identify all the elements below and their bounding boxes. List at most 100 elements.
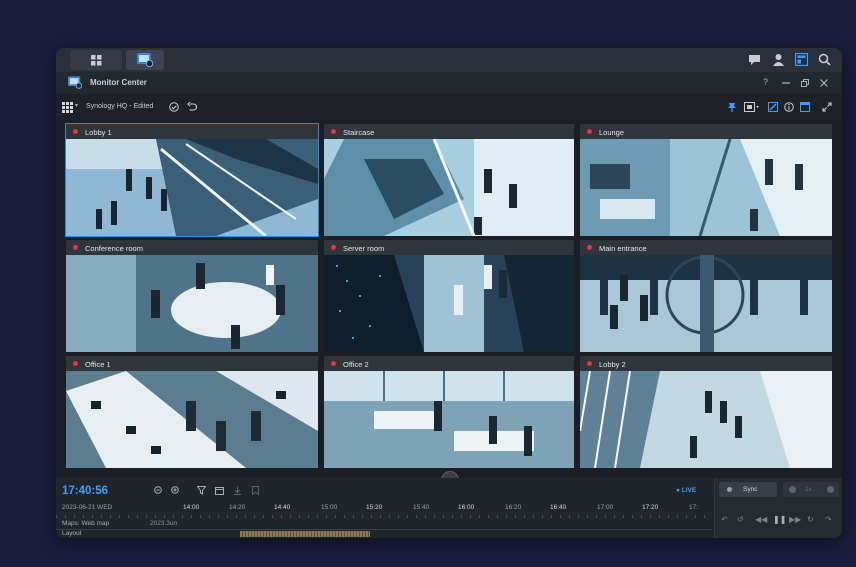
download-icon[interactable]	[233, 486, 242, 495]
app-grid-icon	[90, 54, 101, 65]
pin-icon[interactable]	[727, 102, 737, 112]
recording-indicator	[331, 129, 336, 134]
step-back-icon[interactable]: ◀◀	[755, 515, 767, 524]
layout-recording-bar[interactable]	[240, 531, 370, 537]
sync-button[interactable]: Sync	[719, 482, 777, 497]
camera-name: Lobby 2	[599, 360, 626, 369]
camera-feed-image	[66, 371, 318, 468]
camera-feed-image	[324, 139, 574, 236]
camera-name: Server room	[343, 244, 385, 253]
camera-tile-server-room[interactable]: Server room	[324, 240, 574, 352]
taskbar	[56, 48, 842, 72]
recording-indicator	[331, 245, 336, 250]
camera-tile-lobby-1[interactable]: Lobby 1	[65, 123, 319, 237]
recording-indicator	[587, 129, 592, 134]
fast-forward-icon[interactable]: ↷	[825, 515, 832, 524]
playback-controls: Sync 1x ↶ ↺ ◀◀ ❚❚ ▶▶ ↻ ↷	[714, 478, 842, 538]
widgets-icon[interactable]	[795, 53, 808, 66]
camera-tile-conference-room[interactable]: Conference room	[66, 240, 318, 352]
window-mode-icon[interactable]	[800, 102, 810, 112]
undo-icon[interactable]	[187, 102, 197, 112]
step-forward-icon[interactable]: ▶▶	[789, 515, 801, 524]
zoom-out-icon[interactable]	[154, 486, 163, 495]
speed-label: 1x	[805, 486, 812, 493]
current-date: 2023-06-21 WED	[62, 504, 113, 511]
skip-forward-10-icon[interactable]: ↻	[807, 515, 814, 524]
monitor-center-app-icon	[68, 76, 82, 89]
recording-indicator	[73, 245, 78, 250]
layout-name[interactable]: Synology HQ - Edited	[86, 103, 153, 110]
layout-toolbar: ▾ Synology HQ - Edited	[56, 94, 842, 120]
camera-header: Server room	[324, 240, 574, 255]
recording-indicator	[587, 361, 592, 366]
camera-header: Main entrance	[580, 240, 832, 255]
camera-tile-lounge[interactable]: Lounge	[580, 124, 832, 236]
skip-back-10-icon[interactable]: ↺	[737, 515, 744, 524]
camera-tile-lobby-2[interactable]: Lobby 2	[580, 356, 832, 468]
edit-layout-icon[interactable]	[768, 102, 778, 112]
camera-tile-office-2[interactable]: Office 2	[324, 356, 574, 468]
camera-tile-office-1[interactable]: Office 1	[66, 356, 318, 468]
track-note-maps: 2023.3un	[150, 520, 178, 527]
monitor-center-taskbar-button[interactable]	[126, 50, 164, 70]
pause-icon[interactable]: ❚❚	[773, 515, 786, 524]
main-menu-button[interactable]	[70, 50, 122, 70]
recording-indicator	[331, 361, 336, 366]
camera-name: Lounge	[599, 128, 625, 137]
bookmark-icon[interactable]	[251, 486, 260, 495]
camera-header: Lobby 1	[66, 124, 318, 139]
camera-name: Staircase	[343, 128, 375, 137]
timeline-tick: 15:00	[321, 504, 338, 511]
timeline-tick: 15:40	[413, 504, 430, 511]
layout-grid-icon[interactable]	[62, 102, 73, 113]
camera-feed-image	[580, 139, 832, 236]
save-check-icon[interactable]	[169, 102, 179, 112]
timeline-tick: 14:00	[183, 504, 200, 511]
track-label-maps: Maps: Web map	[62, 520, 110, 527]
fullscreen-icon[interactable]	[822, 102, 832, 112]
info-icon[interactable]	[784, 102, 794, 112]
camera-header: Conference room	[66, 240, 318, 255]
camera-header: Office 2	[324, 356, 574, 371]
speed-control[interactable]: 1x	[783, 482, 839, 497]
monitor-center-icon	[137, 53, 153, 67]
speed-down-icon	[789, 486, 796, 493]
sync-label: Sync	[743, 486, 758, 493]
camera-feed-image	[324, 371, 574, 468]
recording-indicator	[73, 129, 78, 134]
camera-grid: Lobby 1 Staircase Lounge Conference room…	[65, 123, 834, 468]
camera-name: Conference room	[85, 244, 143, 253]
help-icon[interactable]: ?	[763, 77, 768, 87]
camera-header: Staircase	[324, 124, 574, 139]
close-icon[interactable]	[820, 79, 828, 87]
timeline-tick: 17:20	[642, 504, 659, 511]
recording-indicator	[73, 361, 78, 366]
live-indicator[interactable]: ● LIVE	[676, 487, 696, 494]
chevron-down-icon[interactable]: ▾	[75, 102, 78, 109]
minimize-icon[interactable]	[782, 79, 790, 87]
monitor-center-window: Monitor Center ? ▾ Synology HQ - Edited	[56, 48, 842, 538]
zoom-in-icon[interactable]	[171, 486, 180, 495]
camera-header: Office 1	[66, 356, 318, 371]
calendar-icon[interactable]	[215, 486, 224, 495]
timeline-tick: 14:40	[274, 504, 291, 511]
filter-icon[interactable]	[197, 486, 206, 495]
camera-header: Lobby 2	[580, 356, 832, 371]
timeline-tick: 16:00	[458, 504, 475, 511]
track-divider	[56, 529, 712, 530]
camera-feed-image	[324, 255, 574, 352]
restore-icon[interactable]	[801, 79, 809, 87]
camera-feed-image	[66, 255, 318, 352]
camera-tile-staircase[interactable]: Staircase	[324, 124, 574, 236]
chat-icon[interactable]	[748, 53, 761, 66]
user-icon[interactable]	[772, 53, 785, 66]
timeline-ruler[interactable]	[56, 515, 712, 518]
rewind-icon[interactable]: ↶	[721, 515, 728, 524]
display-mode-icon[interactable]	[744, 102, 759, 112]
window-title: Monitor Center	[90, 78, 147, 87]
camera-name: Office 2	[343, 360, 369, 369]
search-icon[interactable]	[818, 53, 831, 66]
camera-tile-main-entrance[interactable]: Main entrance	[580, 240, 832, 352]
track-label-layout: Layout	[62, 530, 82, 537]
sync-dot-icon	[727, 487, 732, 492]
